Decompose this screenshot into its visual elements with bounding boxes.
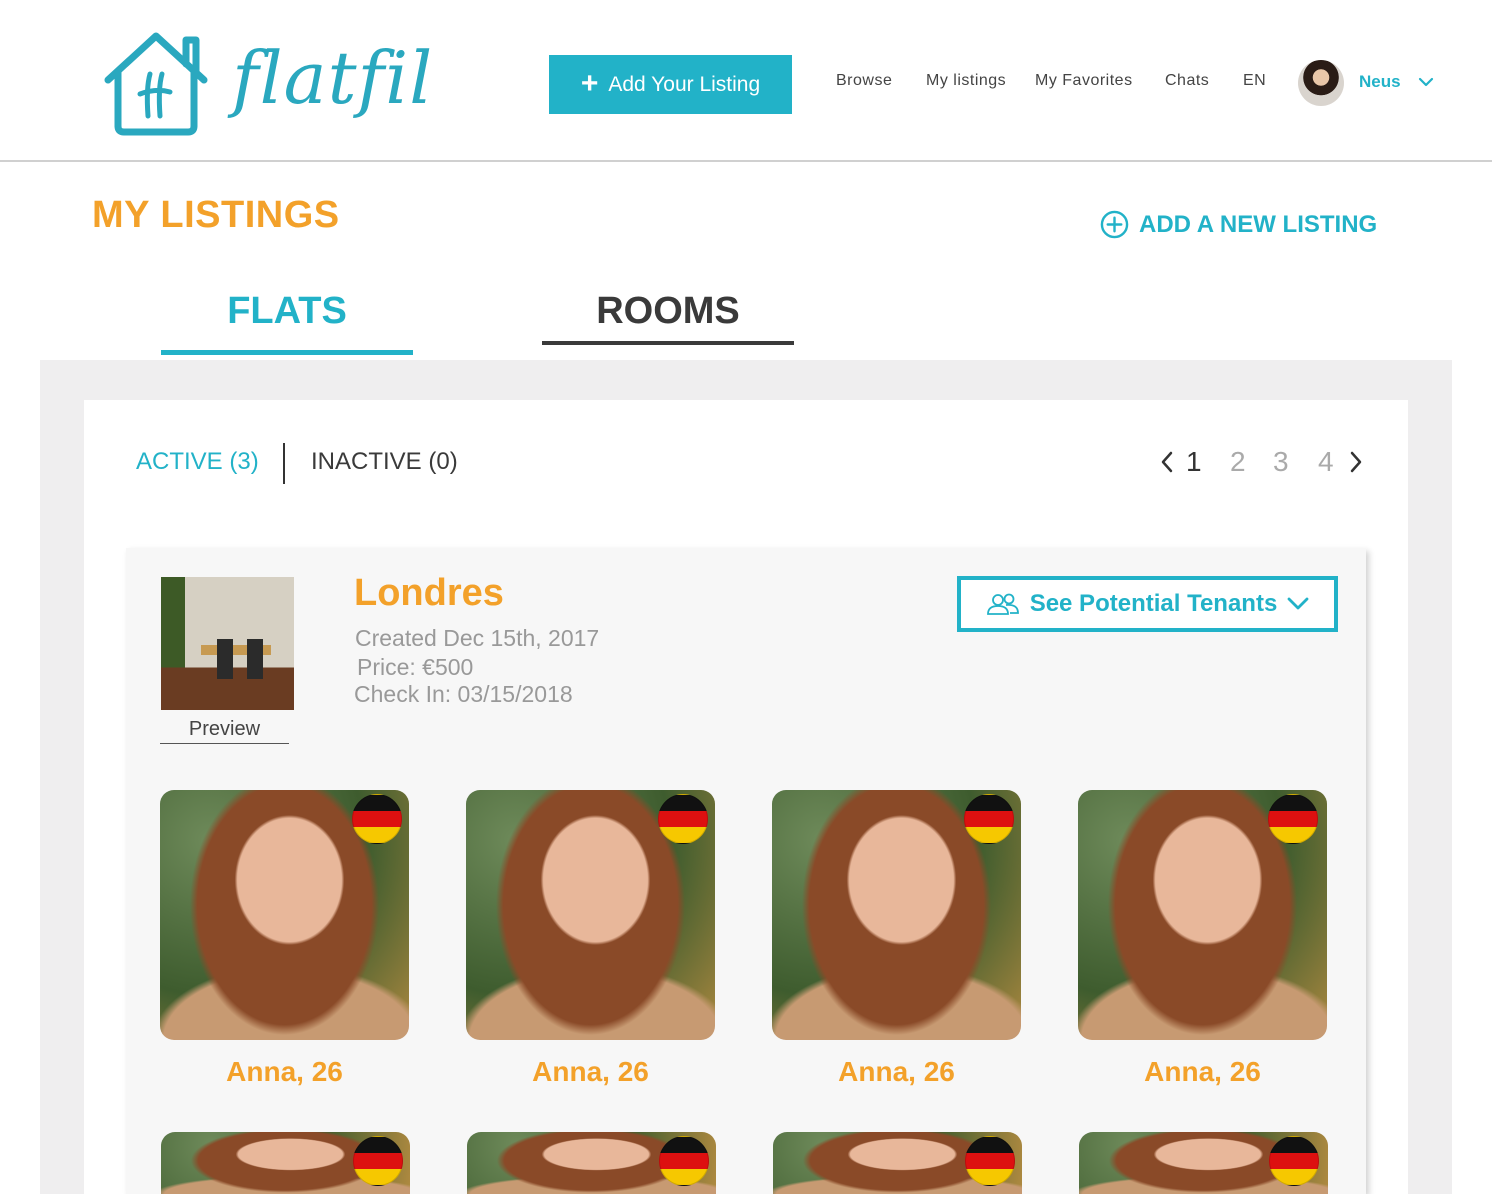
germany-flag-icon — [658, 794, 708, 844]
tab-active-listings[interactable]: ACTIVE (3) — [136, 448, 259, 476]
nav-browse[interactable]: Browse — [836, 72, 892, 90]
tenant-photo[interactable] — [466, 790, 715, 1040]
listing-price: Price: €500 — [357, 654, 474, 680]
nav-chats[interactable]: Chats — [1165, 72, 1209, 90]
page-number-1[interactable]: 1 — [1186, 446, 1202, 478]
see-potential-tenants-button[interactable]: See Potential Tenants — [957, 576, 1338, 632]
tenant-photo[interactable] — [1078, 790, 1327, 1040]
listing-created-date: Created Dec 15th, 2017 — [355, 625, 600, 651]
tenant-name[interactable]: Anna, 26 — [466, 1056, 715, 1088]
germany-flag-icon — [1269, 1136, 1319, 1186]
add-your-listing-button[interactable]: + Add Your Listing — [549, 55, 792, 114]
thumbnail-chair — [217, 639, 233, 679]
tenant-photo[interactable] — [772, 790, 1021, 1040]
tab-inactive-listings[interactable]: INACTIVE (0) — [311, 448, 458, 476]
listing-title[interactable]: Londres — [354, 572, 504, 615]
thumbnail-chair — [247, 639, 263, 679]
flatfil-logo[interactable]: flatfil — [100, 30, 432, 140]
germany-flag-icon — [353, 1136, 403, 1186]
page-number-4[interactable]: 4 — [1318, 446, 1334, 478]
tenant-name[interactable]: Anna, 26 — [1078, 1056, 1327, 1088]
tab-flats[interactable]: FLATS — [161, 290, 413, 355]
add-new-listing-link[interactable]: ADD A NEW LISTING — [1100, 210, 1377, 239]
house-icon — [104, 32, 208, 136]
username-label[interactable]: Neus — [1359, 72, 1401, 92]
people-icon — [986, 593, 1019, 615]
germany-flag-icon — [965, 1136, 1015, 1186]
nav-my-listings[interactable]: My listings — [926, 72, 1006, 90]
tenant-name[interactable]: Anna, 26 — [772, 1056, 1021, 1088]
status-divider — [283, 443, 285, 484]
logo-wordmark: flatfil — [232, 36, 434, 120]
tenant-name[interactable]: Anna, 26 — [160, 1056, 409, 1088]
preview-link[interactable]: Preview — [160, 718, 289, 744]
listing-thumbnail[interactable] — [161, 577, 294, 710]
page-number-3[interactable]: 3 — [1273, 446, 1289, 478]
user-avatar[interactable] — [1298, 60, 1344, 106]
nav-my-favorites[interactable]: My Favorites — [1035, 72, 1133, 90]
plus-icon: + — [580, 66, 599, 100]
add-your-listing-label: Add Your Listing — [608, 72, 761, 96]
chevron-right-icon[interactable] — [1349, 451, 1363, 473]
see-potential-tenants-label: See Potential Tenants — [1029, 590, 1278, 617]
tenant-photo[interactable] — [773, 1132, 1022, 1194]
listing-check-in: Check In: 03/15/2018 — [354, 681, 573, 707]
tab-rooms[interactable]: ROOMS — [542, 290, 794, 345]
page-number-2[interactable]: 2 — [1230, 446, 1246, 478]
add-new-listing-label: ADD A NEW LISTING — [1139, 210, 1378, 238]
germany-flag-icon — [659, 1136, 709, 1186]
tenant-photo[interactable] — [160, 790, 409, 1040]
plus-circle-icon — [1100, 210, 1129, 239]
tenant-photo[interactable] — [467, 1132, 716, 1194]
chevron-left-icon[interactable] — [1160, 451, 1174, 473]
page-title: MY LISTINGS — [92, 194, 340, 236]
top-header: flatfil + Add Your Listing Browse My lis… — [0, 0, 1492, 162]
chevron-down-icon[interactable] — [1418, 74, 1434, 90]
language-selector[interactable]: EN — [1243, 72, 1266, 90]
tenant-photo[interactable] — [161, 1132, 410, 1194]
chevron-down-icon — [1287, 597, 1309, 610]
germany-flag-icon — [964, 794, 1014, 844]
germany-flag-icon — [1268, 794, 1318, 844]
tenant-photo[interactable] — [1079, 1132, 1328, 1194]
germany-flag-icon — [352, 794, 402, 844]
